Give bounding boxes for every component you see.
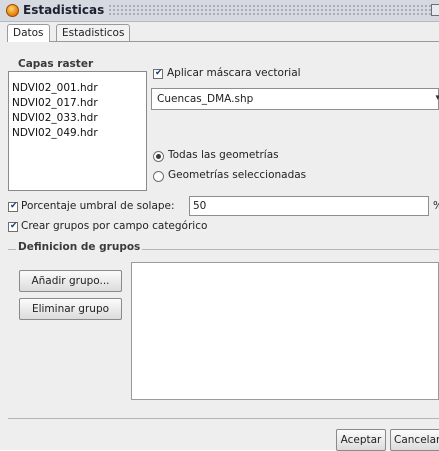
category-groups-label: Crear grupos por campo categórico bbox=[21, 220, 208, 232]
tab-datos[interactable]: Datos bbox=[7, 24, 50, 42]
percent-unit: % bbox=[433, 200, 439, 212]
check-icon: ✔ bbox=[10, 221, 18, 231]
statistics-dialog: Estadisticas Datos Estadisticos Capas ra… bbox=[0, 0, 439, 451]
all-geometries-label: Todas las geometrías bbox=[168, 149, 279, 161]
vector-layer-value: Cuencas_DMA.shp bbox=[157, 93, 254, 105]
chevron-down-icon[interactable]: ▾ bbox=[435, 93, 439, 103]
accept-button[interactable]: Aceptar bbox=[336, 429, 386, 451]
selected-geometries-label: Geometrías seleccionadas bbox=[168, 169, 307, 181]
list-item[interactable]: NDVI02_017.hdr bbox=[12, 97, 98, 109]
title-bar-grip bbox=[84, 4, 439, 17]
radio-all-geometries[interactable] bbox=[153, 151, 164, 162]
radio-selected-geometries[interactable] bbox=[153, 171, 164, 182]
title-bar[interactable]: Estadisticas bbox=[0, 0, 439, 22]
check-icon: ✔ bbox=[10, 201, 18, 211]
gvsig-orb-icon bbox=[6, 4, 19, 17]
window-title: Estadisticas bbox=[23, 3, 109, 17]
tab-estadisticos[interactable]: Estadisticos bbox=[56, 24, 131, 41]
overlap-checkbox[interactable]: ✔ bbox=[8, 201, 18, 212]
vector-layer-select[interactable]: Cuencas_DMA.shp ▾ bbox=[151, 88, 439, 110]
add-group-button[interactable]: Añadir grupo... bbox=[19, 270, 122, 292]
footer-separator bbox=[8, 418, 439, 419]
group-definition-area[interactable] bbox=[131, 262, 439, 400]
groups-legend: Definicion de grupos bbox=[16, 241, 143, 253]
raster-legend: Capas raster bbox=[16, 58, 96, 70]
mask-label: Aplicar máscara vectorial bbox=[167, 67, 301, 79]
overlap-label: Porcentaje umbral de solape: bbox=[21, 200, 175, 212]
remove-group-button[interactable]: Eliminar grupo bbox=[19, 298, 122, 320]
close-icon[interactable] bbox=[431, 4, 439, 16]
mask-checkbox[interactable]: ✔ bbox=[153, 68, 163, 79]
cancel-button[interactable]: Cancelar bbox=[390, 429, 439, 451]
check-icon: ✔ bbox=[155, 68, 163, 78]
list-item[interactable]: NDVI02_049.hdr bbox=[12, 127, 98, 139]
raster-layer-list[interactable]: NDVI02_001.hdr NDVI02_017.hdr NDVI02_033… bbox=[8, 71, 147, 191]
category-groups-checkbox[interactable]: ✔ bbox=[8, 221, 18, 232]
overlap-threshold-input[interactable]: 50 bbox=[189, 196, 429, 216]
list-item[interactable]: NDVI02_033.hdr bbox=[12, 112, 98, 124]
list-item[interactable]: NDVI02_001.hdr bbox=[12, 82, 98, 94]
radio-selected-dot bbox=[156, 154, 161, 159]
